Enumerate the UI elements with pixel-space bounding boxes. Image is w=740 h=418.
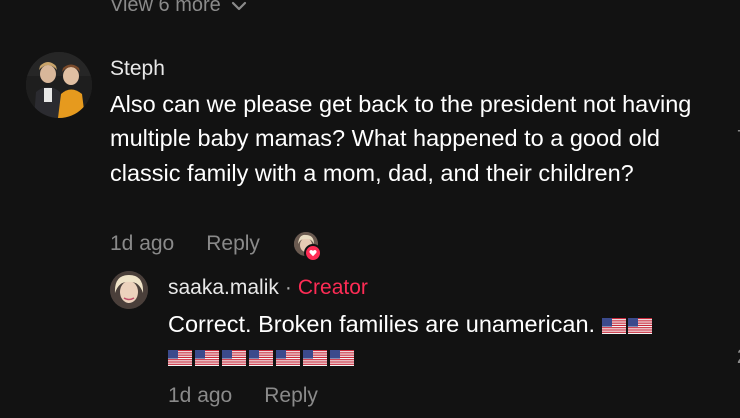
- flag-emoji-group-inline: [601, 317, 652, 334]
- creator-badge: Creator: [297, 276, 368, 299]
- us-flag-icon: [249, 350, 273, 366]
- reply-author: saaka.malik · Creator: [168, 276, 368, 300]
- comment-text: Also can we please get back to the presi…: [110, 91, 692, 186]
- us-flag-icon: [276, 350, 300, 366]
- us-flag-icon: [195, 350, 219, 366]
- liked-by-creator-indicator: [294, 232, 322, 262]
- comment-reply-button[interactable]: Reply: [206, 232, 260, 256]
- reply-reply-button[interactable]: Reply: [264, 384, 318, 408]
- reply-timestamp: 1d ago: [168, 384, 233, 407]
- comment-meta: 1d ago Reply: [110, 232, 260, 256]
- us-flag-icon: [168, 350, 192, 366]
- us-flag-icon: [627, 317, 652, 334]
- us-flag-icon: [601, 317, 626, 334]
- comment-timestamp: 1d ago: [110, 232, 175, 255]
- reply-meta: 1d ago Reply: [168, 384, 318, 408]
- chevron-down-icon: [231, 1, 246, 10]
- view-more-replies-button[interactable]: View 6 more: [110, 0, 247, 17]
- us-flag-icon: [303, 350, 327, 366]
- reply-text: Correct. Broken families are unamerican.: [168, 311, 596, 337]
- separator-dot: ·: [284, 276, 292, 299]
- heart-icon: [304, 244, 322, 262]
- reply-text-block: Correct. Broken families are unamerican.: [168, 307, 728, 366]
- flag-emoji-group: [168, 350, 728, 366]
- view-more-label: View 6 more: [110, 0, 221, 16]
- commenter-username[interactable]: Steph: [110, 57, 165, 81]
- us-flag-icon: [222, 350, 246, 366]
- reply-username[interactable]: saaka.malik: [168, 276, 279, 300]
- us-flag-icon: [330, 350, 354, 366]
- creator-avatar[interactable]: [110, 271, 148, 309]
- commenter-avatar[interactable]: [26, 52, 92, 118]
